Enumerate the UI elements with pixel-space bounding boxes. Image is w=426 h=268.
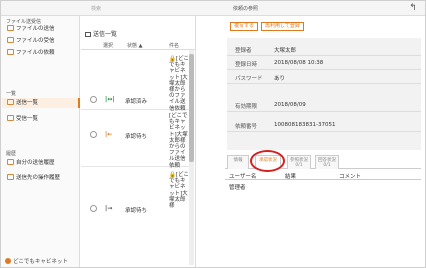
sidebar-item-request-file[interactable]: ファイルの依頼: [7, 48, 80, 58]
table-row[interactable]: |↔| 承認済み 🔒[どこでもキャビネット]大塚太郎様からのファイル送信依頼: [81, 50, 189, 112]
send-arrow-icon: |→: [105, 205, 113, 212]
receive-arrow-icon: |←: [105, 131, 113, 138]
copy-button[interactable]: 複写する: [230, 22, 259, 31]
top-bar: 検索 依頼の参照 ↰: [1, 1, 425, 16]
sidebar-item-send-file[interactable]: ファイルの送信: [7, 24, 80, 34]
tab-info[interactable]: 情報: [227, 155, 249, 169]
logo-icon: [5, 258, 11, 264]
cell-user: 管理者: [229, 185, 246, 191]
row-status: 承認待ち: [125, 134, 148, 140]
row-status: 承認済み: [125, 99, 148, 105]
section-list: 一覧: [6, 91, 17, 97]
table-row[interactable]: |← 承認待ち [どこでもキャビネット]大塚太郎様からのファイル送信依頼: [81, 111, 189, 169]
info-row: 有効期限 2018/08/09: [227, 98, 421, 112]
row-subject: 🔒[どこでもキャビネット]大塚太郎様からのファイル送信依頼: [169, 56, 189, 112]
folder-icon: [7, 174, 14, 180]
highlight-circle: [250, 150, 285, 172]
header-subject: 件名: [169, 43, 180, 49]
approval-table-header: ユーザー名 結果 コメント: [225, 170, 421, 180]
folder-icon: [7, 159, 14, 165]
info-row: 登録日時 2018/08/08 10:38: [227, 56, 421, 70]
info-row: パスワード あり: [227, 70, 421, 84]
request-detail-panel: 複写する 再利用して登録 登録者 大塚太郎 登録日時 2018/08/08 10:3…: [197, 16, 425, 267]
request-info-box: 登録者 大塚太郎 登録日時 2018/08/08 10:38 パスワード あり 有効期…: [227, 38, 421, 150]
sidebar-item-receive-file[interactable]: ファイルの受信: [7, 36, 80, 46]
row-subject: 🔒[どこでもキャビネット]大塚太郎様: [169, 172, 189, 210]
row-status: 承認待ち: [125, 208, 148, 214]
sidebar-item-received-list[interactable]: 受信一覧: [7, 114, 80, 124]
list-header: 選択 状態 ▲ 件名: [81, 40, 196, 50]
tab-answer-status[interactable]: 回答状況 0/1: [315, 155, 339, 169]
page-title: 依頼の参照: [233, 6, 259, 12]
app-logo: どこでもキャビネット: [5, 257, 68, 265]
info-row: 登録者 大塚太郎: [227, 42, 421, 56]
search-label: 検索: [91, 6, 102, 12]
row-subject: [どこでもキャビネット]大塚太郎様からのファイル送信依頼: [169, 113, 188, 169]
sidebar-item-my-history[interactable]: 自分の送信履歴: [7, 158, 80, 168]
tab-reference-status[interactable]: 参照状況 0/1: [287, 155, 311, 169]
header-result: 結果: [285, 174, 297, 180]
back-arrow-icon[interactable]: ↰: [407, 3, 419, 14]
table-row[interactable]: |→ 承認待ち 🔒[どこでもキャビネット]大塚太郎様: [81, 168, 189, 267]
row-radio[interactable]: [90, 131, 97, 138]
scrollbar-thumb[interactable]: [189, 54, 194, 162]
list-scrollbar[interactable]: [189, 50, 194, 265]
folder-icon: [7, 99, 14, 105]
section-history: 履歴: [6, 151, 17, 157]
folder-icon: [7, 37, 14, 43]
sent-list-panel: 送信一覧 選択 状態 ▲ 件名 |↔| 承認済み 🔒[どこでもキャビネット]大塚…: [81, 16, 196, 267]
sidebar-item-sent-list[interactable]: 送信一覧: [2, 98, 80, 108]
sidebar-item-recipient-history[interactable]: 送信先の操作履歴: [7, 173, 80, 183]
row-radio[interactable]: [90, 96, 97, 103]
list-icon: [85, 32, 91, 37]
header-comment: コメント: [339, 174, 362, 180]
list-title: 送信一覧: [85, 29, 117, 38]
sidebar: ファイル送受信 ファイルの送信 ファイルの受信 ファイルの依頼 一覧 送信一覧 …: [1, 16, 80, 267]
sync-arrow-icon: |↔|: [105, 96, 115, 103]
folder-icon: [7, 115, 14, 121]
header-user: ユーザー名: [229, 174, 257, 180]
info-row: 依頼番号 100808183831-37051: [227, 118, 421, 132]
reuse-register-button[interactable]: 再利用して登録: [261, 22, 304, 31]
table-row: 管理者: [225, 180, 421, 191]
row-radio[interactable]: [90, 205, 97, 212]
header-status[interactable]: 状態 ▲: [127, 42, 142, 49]
folder-icon: [7, 25, 14, 31]
folder-icon: [7, 49, 14, 55]
header-select: 選択: [103, 43, 114, 49]
